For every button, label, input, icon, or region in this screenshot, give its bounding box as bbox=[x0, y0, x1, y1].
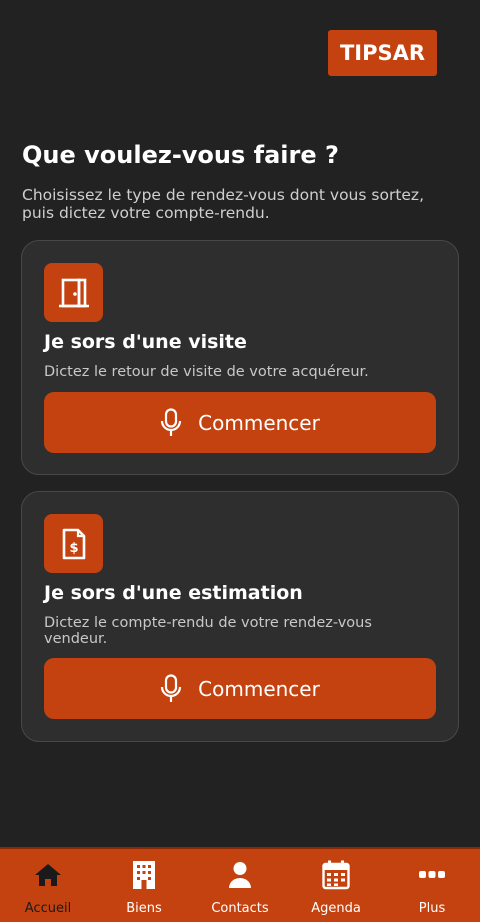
nav-label: Plus bbox=[418, 901, 446, 916]
svg-text:$: $ bbox=[69, 541, 78, 556]
nav-item-agenda[interactable]: Agenda bbox=[288, 849, 384, 922]
page-title: Que voulez-vous faire ? bbox=[22, 141, 339, 169]
nav-item-accueil[interactable]: Accueil bbox=[0, 849, 96, 922]
visit-card: Je sors d'une visite Dictez le retour de… bbox=[21, 240, 459, 475]
nav-label: Contacts bbox=[211, 901, 269, 916]
microphone-icon bbox=[160, 407, 182, 438]
start-estimation-button-label: Commencer bbox=[198, 676, 320, 701]
nav-item-contacts[interactable]: Contacts bbox=[192, 849, 288, 922]
visit-card-title: Je sors d'une visite bbox=[44, 331, 247, 353]
estimation-card: $ Je sors d'une estimation Dictez le com… bbox=[21, 491, 459, 742]
start-estimation-button[interactable]: Commencer bbox=[44, 658, 436, 719]
start-visit-button-label: Commencer bbox=[198, 410, 320, 435]
estimation-card-description: Dictez le compte-rendu de votre rendez-v… bbox=[44, 615, 372, 647]
calendar-icon bbox=[322, 860, 350, 890]
nav-label: Accueil bbox=[24, 901, 72, 916]
more-icon bbox=[418, 860, 446, 890]
start-visit-button[interactable]: Commencer bbox=[44, 392, 436, 453]
bottom-nav: Accueil Biens Contacts Agenda Plus bbox=[0, 847, 480, 922]
tipsar-logo: TIPSAR bbox=[328, 30, 437, 76]
page-subtitle: Choisissez le type de rendez-vous dont v… bbox=[22, 186, 424, 222]
nav-item-biens[interactable]: Biens bbox=[96, 849, 192, 922]
visit-card-description: Dictez le retour de visite de votre acqu… bbox=[44, 364, 369, 380]
estimation-card-title: Je sors d'une estimation bbox=[44, 582, 303, 604]
nav-item-plus[interactable]: Plus bbox=[384, 849, 480, 922]
invoice-icon: $ bbox=[44, 514, 103, 573]
nav-label: Biens bbox=[126, 901, 162, 916]
building-icon bbox=[132, 860, 156, 890]
nav-label: Agenda bbox=[311, 901, 361, 916]
microphone-icon bbox=[160, 673, 182, 704]
user-icon bbox=[228, 860, 252, 890]
home-icon bbox=[34, 860, 62, 890]
door-icon bbox=[44, 263, 103, 322]
